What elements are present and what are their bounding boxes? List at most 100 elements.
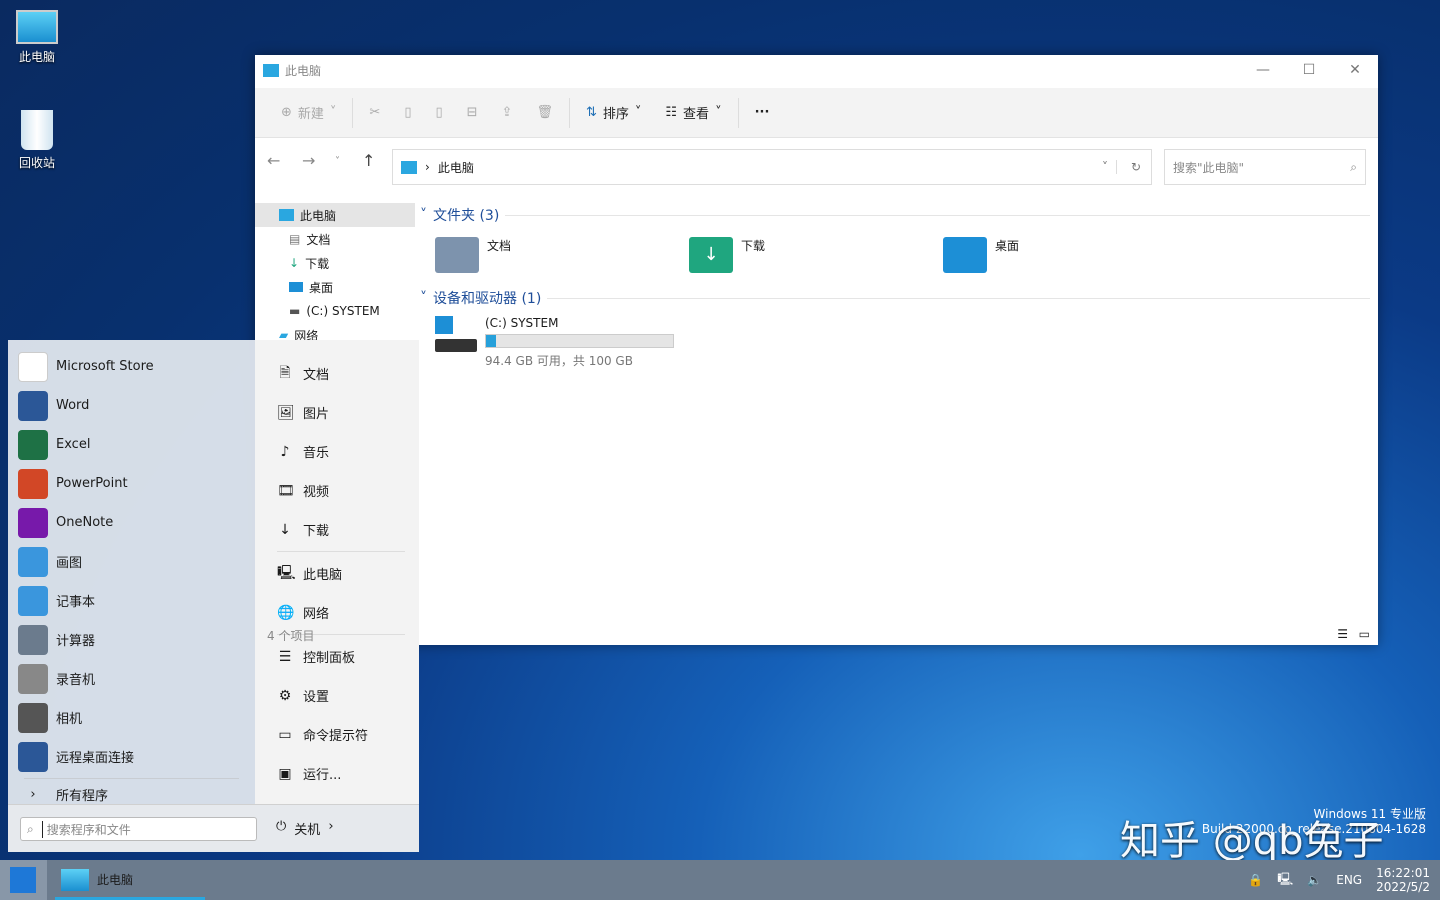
shutdown-button[interactable]: ⏻ 关机 ›: [276, 819, 334, 838]
settings-icon: ⚙: [278, 687, 292, 704]
scissors-icon: ✂: [369, 105, 381, 120]
security-icon[interactable]: 🔒: [1248, 873, 1263, 887]
nav-label: 下载: [305, 256, 330, 271]
taskbar: 此电脑 🔒 🖳 🔈 ENG 16:22:01 2022/5/2: [0, 860, 1440, 900]
start-app-item[interactable]: 画图: [8, 542, 255, 581]
start-app-item[interactable]: PowerPoint: [8, 464, 255, 503]
divider: [547, 297, 1370, 299]
start-place-item[interactable]: 🎞 视频: [255, 471, 419, 510]
nav-item-this-pc[interactable]: 此电脑: [255, 203, 415, 227]
drives-section-header[interactable]: ˅ 设备和驱动器 (1): [420, 288, 1370, 308]
forward-arrow-icon[interactable]: →: [302, 151, 315, 170]
folders-section-header[interactable]: ˅ 文件夹 (3): [420, 205, 1370, 225]
start-place-item[interactable]: 🗎 文档: [255, 354, 419, 393]
start-search-input[interactable]: ⌕ 搜索程序和文件: [20, 817, 257, 841]
drive-icon: ▬: [289, 304, 301, 318]
document-icon: 🗎: [279, 364, 291, 381]
sort-label: 排序: [602, 107, 629, 122]
drive-c[interactable]: (C:) SYSTEM 94.4 GB 可用，共 100 GB: [435, 316, 674, 369]
notepad-icon: [18, 585, 48, 616]
nav-item-documents[interactable]: ▤ 文档: [255, 227, 415, 251]
volume-icon[interactable]: 🔈: [1307, 873, 1322, 887]
place-label: 设置: [303, 690, 330, 705]
new-label: 新建: [297, 107, 324, 122]
paste-button[interactable]: ▯: [423, 105, 454, 120]
folder-downloads[interactable]: ↓ 下载: [689, 237, 765, 273]
more-button[interactable]: ···: [743, 105, 782, 120]
tiles-view-icon[interactable]: ▭: [1359, 627, 1370, 641]
place-label: 命令提示符: [303, 729, 369, 744]
details-view-icon[interactable]: ☰: [1337, 627, 1348, 641]
clock[interactable]: 16:22:01 2022/5/2: [1376, 866, 1430, 894]
maximize-button[interactable]: ☐: [1286, 55, 1332, 85]
sort-button[interactable]: ⇅ 排序 ˅: [574, 103, 653, 122]
taskbar-app-this-pc[interactable]: 此电脑: [55, 862, 205, 900]
folder-desktop[interactable]: 桌面: [943, 237, 1019, 273]
chevron-down-icon: ˅: [420, 290, 427, 306]
start-app-item[interactable]: Word: [8, 386, 255, 425]
desktop-icon-this-pc[interactable]: 此电脑: [2, 10, 72, 65]
app-label: 远程桌面连接: [56, 751, 135, 766]
search-input[interactable]: 搜索"此电脑" ⌕: [1164, 149, 1366, 185]
back-arrow-icon[interactable]: ←: [267, 151, 280, 170]
nav-item-c-drive[interactable]: ▬ (C:) SYSTEM: [255, 299, 415, 323]
start-app-item[interactable]: 相机: [8, 698, 255, 737]
nav-item-downloads[interactable]: ↓ 下载: [255, 251, 415, 275]
desktop-icon-recycle-bin[interactable]: 回收站: [2, 110, 72, 171]
rename-button[interactable]: ⊟: [455, 105, 490, 120]
windows-logo-icon: [10, 867, 36, 893]
drive-usage-bar: [485, 334, 674, 348]
app-label: 录音机: [56, 673, 96, 688]
drive-free-space: 94.4 GB 可用，共 100 GB: [485, 354, 633, 368]
start-app-item[interactable]: Excel: [8, 425, 255, 464]
title-bar: 此电脑: [255, 55, 1378, 85]
folder-documents[interactable]: 文档: [435, 237, 511, 273]
start-app-item[interactable]: OneNote: [8, 503, 255, 542]
refresh-icon[interactable]: ↻: [1115, 160, 1151, 174]
start-place-item[interactable]: ↓ 下载: [255, 510, 419, 549]
nav-label: 此电脑: [300, 208, 337, 223]
music-icon: ♪: [280, 443, 290, 460]
start-app-item[interactable]: Microsoft Store: [8, 347, 255, 386]
start-app-item[interactable]: 录音机: [8, 659, 255, 698]
share-button[interactable]: ⇪: [490, 105, 525, 120]
start-place-item[interactable]: ▣ 运行...: [255, 754, 419, 793]
chevron-right-icon: ›: [30, 786, 36, 802]
trash-icon: 🗑: [536, 105, 553, 120]
all-programs-label: 所有程序: [56, 788, 109, 804]
up-arrow-icon[interactable]: ↑: [362, 151, 375, 170]
close-button[interactable]: ✕: [1332, 55, 1378, 85]
start-app-item[interactable]: 远程桌面连接: [8, 737, 255, 776]
nav-item-desktop[interactable]: 桌面: [255, 275, 415, 299]
chevron-down-icon[interactable]: ˅: [1102, 160, 1108, 174]
copy-button[interactable]: ▯: [392, 105, 423, 120]
cut-button[interactable]: ✂: [357, 105, 392, 120]
shutdown-label: 关机: [294, 823, 321, 838]
cmd-icon: ▭: [278, 726, 292, 743]
downloads-folder-icon: ↓: [689, 237, 733, 273]
recent-chevron-icon[interactable]: ˅: [335, 156, 340, 167]
copy-icon: ▯: [404, 105, 412, 120]
start-place-item[interactable]: ⚙ 设置: [255, 676, 419, 715]
place-label: 图片: [303, 407, 330, 422]
section-title: 设备和驱动器 (1): [433, 291, 542, 307]
start-button[interactable]: [0, 860, 47, 900]
network-icon[interactable]: 🖳: [1277, 870, 1293, 891]
start-place-item[interactable]: ♪ 音乐: [255, 432, 419, 471]
clock-time: 16:22:01: [1376, 866, 1430, 880]
start-app-item[interactable]: 计算器: [8, 620, 255, 659]
new-button[interactable]: ⊕ 新建 ˅: [269, 103, 348, 122]
start-place-item[interactable]: ▭ 命令提示符: [255, 715, 419, 754]
address-bar[interactable]: › 此电脑 ˅ ↻: [392, 149, 1152, 185]
start-place-item[interactable]: 🖳 此电脑: [255, 554, 419, 593]
network-icon: 🌐: [277, 604, 295, 621]
breadcrumb[interactable]: 此电脑: [438, 159, 474, 176]
place-label: 控制面板: [303, 651, 356, 666]
language-indicator[interactable]: ENG: [1336, 873, 1362, 887]
start-app-item[interactable]: 记事本: [8, 581, 255, 620]
start-place-item[interactable]: 🖼 图片: [255, 393, 419, 432]
view-button[interactable]: ☷ 查看 ˅: [653, 103, 733, 122]
app-label: Excel: [56, 437, 91, 452]
minimize-button[interactable]: —: [1240, 55, 1286, 85]
delete-button[interactable]: 🗑: [524, 105, 565, 120]
